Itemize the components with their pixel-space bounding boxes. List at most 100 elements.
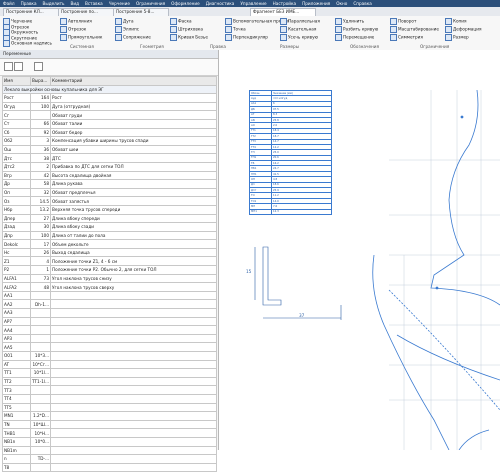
variable-comment[interactable]: ДТС	[50, 153, 217, 163]
variable-comment[interactable]	[50, 316, 217, 327]
variable-name[interactable]: Нс	[2, 247, 31, 258]
variable-row[interactable]: Дпер 27 Длина вбоку спереди	[2, 213, 217, 224]
variable-row[interactable]: NB1n 10*0...	[2, 436, 217, 447]
variable-comment[interactable]	[50, 342, 217, 352]
variable-name[interactable]: AA1	[2, 290, 31, 301]
variable-comment[interactable]	[50, 325, 217, 335]
variable-value[interactable]: 48	[30, 282, 51, 292]
column-header-name[interactable]: Имя	[2, 76, 31, 86]
variable-value[interactable]: TT1-1l...	[30, 376, 51, 387]
variable-row[interactable]: AA1	[2, 290, 217, 301]
variable-comment[interactable]	[50, 419, 217, 430]
variable-name[interactable]: THB1	[2, 428, 31, 438]
ribbon-tool-button[interactable]: Симметрия	[390, 34, 423, 41]
variable-comment[interactable]: Верхняя точка трусов спереди	[50, 204, 217, 215]
variable-name[interactable]: NB1n	[2, 436, 31, 447]
variable-row[interactable]: Огуд 100 Дуга (отгрудная)	[2, 101, 217, 112]
variable-value[interactable]: 66	[30, 118, 51, 129]
variable-row[interactable]: Дтс2 2 Прибавка по ДТС для сетки ТОЛ	[2, 161, 217, 172]
variable-comment[interactable]: Рост	[50, 93, 217, 103]
variable-value[interactable]: 100	[30, 101, 51, 112]
variable-comment[interactable]	[50, 351, 217, 361]
variable-name[interactable]: Dekolc	[2, 239, 31, 249]
ribbon-tool-button[interactable]: Копия	[445, 18, 467, 25]
tab-doc-3[interactable]: Построение 5-8...	[113, 8, 169, 16]
variable-name[interactable]: NB1m	[2, 445, 31, 456]
variable-comment[interactable]	[50, 359, 217, 370]
variable-name[interactable]: TN	[2, 419, 31, 430]
variable-name[interactable]: Ош	[2, 144, 31, 155]
variable-value[interactable]	[30, 308, 51, 318]
variable-value[interactable]: 13.2	[30, 204, 51, 215]
variable-name[interactable]: Рост	[2, 93, 31, 103]
menu-item[interactable]: Диагностика	[203, 0, 238, 7]
variable-row[interactable]: Вгр 42 Высота седалища двойная	[2, 170, 217, 181]
column-header-value[interactable]: Выра...	[30, 76, 51, 86]
variable-value[interactable]: 27	[30, 213, 51, 224]
variable-value[interactable]: 10*1l...	[30, 368, 51, 378]
variable-comment[interactable]: Угол наклона трусов снизу	[50, 273, 217, 284]
variable-value[interactable]	[30, 333, 51, 344]
variable-comment[interactable]	[50, 454, 217, 464]
ribbon-tool-button[interactable]: Фаска	[170, 18, 192, 25]
ribbon-tool-button[interactable]: Кривая Безье	[170, 34, 208, 41]
column-header-comment[interactable]: Комментарий	[50, 76, 217, 86]
menu-item[interactable]: Приложения	[299, 0, 333, 7]
variable-comment[interactable]	[50, 333, 217, 344]
menu-item[interactable]: Вставка	[82, 0, 106, 7]
variable-name[interactable]: Дтс2	[2, 161, 31, 172]
variable-value[interactable]: 3	[30, 136, 51, 146]
variable-value[interactable]: 10*Ш...	[30, 419, 51, 430]
ribbon-tool-button[interactable]: Эллипс	[115, 26, 139, 33]
variable-value[interactable]: 1	[30, 265, 51, 275]
variable-value[interactable]: 38	[30, 153, 51, 163]
variable-value[interactable]: 10*3...	[30, 351, 51, 361]
variable-value[interactable]	[30, 342, 51, 352]
variable-comment[interactable]	[50, 393, 217, 404]
variable-comment[interactable]: Обхват талии	[50, 118, 217, 129]
variable-value[interactable]: 164	[30, 93, 51, 103]
ribbon-tool-button[interactable]: Перемещение	[335, 34, 374, 41]
ribbon-tool-button[interactable]: Штриховка	[170, 26, 203, 33]
variable-row[interactable]: TN 10*Ш...	[2, 419, 217, 430]
ribbon-tool-button[interactable]: Сопряжение	[115, 34, 151, 41]
variable-comment[interactable]: Угол наклона трусов сверху	[50, 282, 217, 292]
variable-name[interactable]: ALFA2	[2, 282, 31, 292]
variable-name[interactable]: Нбр	[2, 204, 31, 215]
variable-row[interactable]: Ст 66 Обхват талии	[2, 118, 217, 129]
menu-item[interactable]: Черчение	[106, 0, 133, 7]
variable-value[interactable]: 58	[30, 179, 51, 189]
ribbon-button-left[interactable]: Основная надпись	[3, 40, 52, 47]
variable-name[interactable]: Z1	[2, 256, 31, 267]
variable-value[interactable]: 10*0...	[30, 436, 51, 447]
variable-name[interactable]: Ст	[2, 118, 31, 129]
variable-comment[interactable]: Обхват запястья	[50, 196, 217, 206]
variable-row[interactable]: TT5	[2, 402, 217, 413]
variable-comment[interactable]: Обхват бедер	[50, 127, 217, 138]
menu-item[interactable]: Правка	[18, 0, 40, 7]
variable-comment[interactable]: Длина вбоку сзади	[50, 222, 217, 232]
variable-row[interactable]: NB1m	[2, 445, 217, 456]
variable-row[interactable]: Оп 32 Обхват предплечья	[2, 187, 217, 198]
variable-comment[interactable]	[50, 376, 217, 387]
variable-name[interactable]: TT2	[2, 376, 31, 387]
variable-value[interactable]	[30, 316, 51, 327]
variable-name[interactable]: O01	[2, 351, 31, 361]
menu-item[interactable]: Справка	[350, 0, 374, 7]
variable-comment[interactable]: Длина вбоку спереди	[50, 213, 217, 224]
variable-name[interactable]: AA4	[2, 325, 31, 335]
variable-name[interactable]: AA3	[2, 308, 31, 318]
ribbon-tool-button[interactable]: Касательная	[280, 26, 316, 33]
variable-comment[interactable]: Обхват груди	[50, 110, 217, 120]
variable-row[interactable]: Дтс 38 ДТС	[2, 153, 217, 163]
variable-comment[interactable]	[50, 436, 217, 447]
menu-item[interactable]: Оформление	[168, 0, 203, 7]
ribbon-tool-button[interactable]: Поворот	[390, 18, 416, 25]
variable-comment[interactable]	[50, 462, 217, 472]
variable-row[interactable]: Dekolc 17 Объем декольте	[2, 239, 217, 249]
variable-name[interactable]: T8	[2, 462, 31, 472]
variable-row[interactable]: Сг Обхват груди	[2, 110, 217, 120]
variable-value[interactable]: 73	[30, 273, 51, 284]
variable-comment[interactable]	[50, 428, 217, 438]
variable-name[interactable]: n	[2, 454, 31, 464]
